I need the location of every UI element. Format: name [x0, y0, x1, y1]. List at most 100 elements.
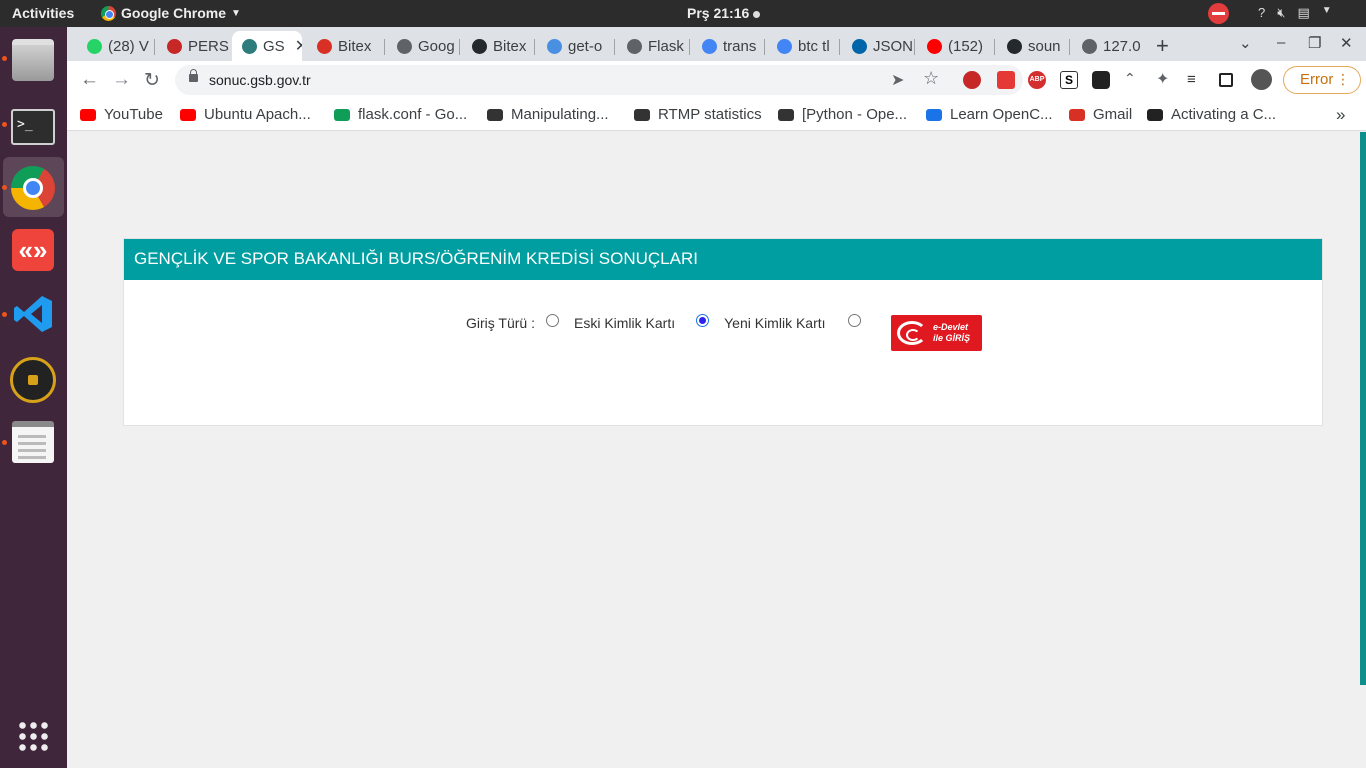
bookmark-item[interactable]: RTMP statistics: [634, 106, 762, 123]
tab[interactable]: PERS: [157, 31, 229, 61]
system-tray[interactable]: ? 🔇︎ ▤ ▼: [1258, 5, 1332, 21]
bookmark-item[interactable]: flask.conf - Go...: [334, 106, 467, 123]
tab-title: GS: [263, 37, 285, 55]
login-type-row: Giriş Türü : Eski Kimlik Kartı Yeni Kiml…: [466, 313, 861, 331]
activities-button[interactable]: Activities: [12, 5, 74, 21]
tab[interactable]: trans: [692, 31, 762, 61]
restore-icon[interactable]: ❐: [1308, 34, 1321, 52]
vscode-icon: [852, 38, 867, 54]
vscode-app-icon[interactable]: [12, 293, 54, 335]
bookmark-label: YouTube: [104, 106, 163, 123]
close-window-icon[interactable]: ✕: [1340, 34, 1353, 52]
minimize-icon[interactable]: –: [1277, 34, 1285, 51]
files-app-icon[interactable]: [12, 39, 54, 81]
page-viewport: GENÇLİK VE SPOR BAKANLIĞI BURS/ÖĞRENİM K…: [67, 132, 1366, 768]
url-text[interactable]: sonuc.gsb.gov.tr: [209, 72, 311, 88]
tab-title: Flask: [648, 37, 684, 55]
tab[interactable]: 127.0: [1072, 31, 1144, 61]
chevron-down-icon: ▼: [1321, 5, 1332, 16]
error-button[interactable]: Error ⋮: [1283, 66, 1361, 94]
youtube-icon: [80, 108, 96, 121]
extension-icon[interactable]: [997, 71, 1015, 89]
old-id-radio[interactable]: [545, 313, 559, 327]
scrollbar[interactable]: [1360, 132, 1366, 685]
youtube-icon: [180, 108, 196, 121]
whatsapp-icon: [87, 38, 102, 54]
tab[interactable]: soun: [997, 31, 1067, 61]
extensions-puzzle-icon[interactable]: ✦: [1156, 71, 1174, 89]
extension-icon[interactable]: ⌃: [1124, 71, 1142, 89]
edevlet-logo-icon: [897, 321, 927, 345]
tab[interactable]: GS ✕: [232, 31, 302, 61]
new-id-label[interactable]: Yeni Kimlik Kartı: [724, 315, 825, 331]
stop-icon[interactable]: [1208, 3, 1229, 24]
terminal-app-icon[interactable]: >_: [11, 109, 55, 145]
show-apps-grid-icon[interactable]: [17, 720, 49, 752]
tab-search-icon[interactable]: ⌄: [1239, 34, 1252, 52]
extension-icon[interactable]: [963, 71, 981, 89]
tab[interactable]: btc tl: [767, 31, 837, 61]
new-tab-button[interactable]: +: [1156, 33, 1169, 59]
pt-icon: [487, 108, 503, 121]
tab[interactable]: JSON: [842, 31, 912, 61]
running-indicator: [2, 185, 7, 190]
lock-icon[interactable]: [189, 69, 198, 82]
edevlet-radio[interactable]: [847, 313, 861, 327]
tab-separator: [839, 39, 840, 55]
address-bar[interactable]: sonuc.gsb.gov.tr ➤ ☆: [175, 65, 1023, 95]
bookmark-item[interactable]: Learn OpenC...: [926, 106, 1053, 123]
extension-icon[interactable]: [1092, 71, 1110, 89]
edevlet-line2: ile GİRİŞ: [933, 333, 971, 343]
text-editor-app-icon[interactable]: [12, 421, 54, 463]
tab[interactable]: (152): [917, 31, 992, 61]
forward-arrow-icon[interactable]: →: [112, 69, 131, 91]
obs-app-icon[interactable]: [10, 357, 56, 403]
page-title: GENÇLİK VE SPOR BAKANLIĞI BURS/ÖĞRENİM K…: [134, 249, 698, 268]
chevron-down-icon: ▼: [231, 7, 241, 19]
app-menu[interactable]: Google Chrome ▼: [101, 5, 241, 21]
old-id-label[interactable]: Eski Kimlik Kartı: [574, 315, 675, 331]
google-icon: [777, 38, 792, 54]
reload-icon[interactable]: ↻: [144, 69, 160, 92]
notification-dot: [753, 10, 761, 18]
edevlet-login-button[interactable]: e-Devlet ile GİRİŞ: [891, 315, 982, 351]
bookmark-item[interactable]: YouTube: [80, 106, 163, 123]
tab[interactable]: get-o: [537, 31, 612, 61]
bookmark-item[interactable]: [Python - Ope...: [778, 106, 907, 123]
adblock-icon[interactable]: ABP: [1028, 71, 1046, 89]
edevlet-line1: e-Devlet: [933, 322, 969, 332]
back-arrow-icon[interactable]: ←: [80, 69, 99, 91]
tab-separator: [994, 39, 995, 55]
anydesk-app-icon[interactable]: «»: [12, 229, 54, 271]
bookmark-label: Gmail: [1093, 106, 1133, 123]
bookmark-star-icon[interactable]: ☆: [923, 68, 939, 89]
tab[interactable]: Bitex: [462, 31, 532, 61]
extension-s-icon[interactable]: S: [1060, 71, 1078, 89]
media-queue-icon[interactable]: ≡: [1187, 71, 1205, 89]
tab[interactable]: (28) V: [77, 31, 152, 61]
p-icon: [1147, 108, 1163, 121]
bookmark-label: Manipulating...: [511, 106, 609, 123]
tab-title: Bitex: [493, 37, 527, 55]
bookmark-item[interactable]: Ubuntu Apach...: [180, 106, 311, 123]
bookmark-item[interactable]: Activating a C...: [1147, 106, 1276, 123]
clock[interactable]: Prş 21:16: [687, 5, 761, 21]
github-icon: [472, 38, 487, 54]
tab[interactable]: Flask: [617, 31, 687, 61]
bookmarks-overflow-icon[interactable]: »: [1336, 105, 1345, 125]
bookmark-item[interactable]: Manipulating...: [487, 106, 609, 123]
bookmark-item[interactable]: Gmail: [1069, 106, 1132, 123]
gsb-logo-icon: [242, 38, 257, 54]
globe-icon: [397, 38, 412, 54]
profile-avatar[interactable]: [1251, 69, 1272, 90]
help-icon: ?: [1258, 5, 1266, 20]
tab-title: (152): [948, 37, 984, 55]
tab[interactable]: Goog: [387, 31, 457, 61]
side-panel-icon[interactable]: [1219, 73, 1233, 87]
tab-close-icon[interactable]: ✕: [295, 36, 302, 56]
vscode-dev-icon: [547, 38, 562, 54]
chrome-app-icon[interactable]: [11, 166, 55, 210]
new-id-radio[interactable]: [696, 313, 710, 327]
tab[interactable]: Bitex: [307, 31, 382, 61]
send-to-devices-icon[interactable]: ➤: [891, 70, 904, 90]
